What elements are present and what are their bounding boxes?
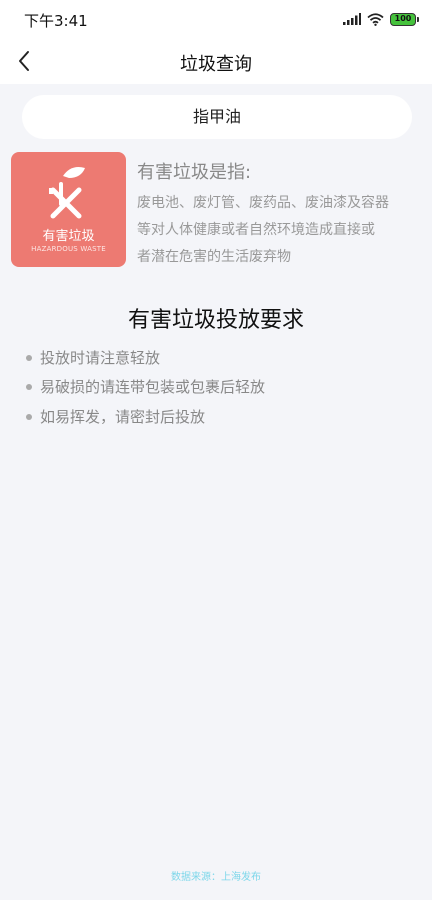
bullet-icon bbox=[26, 354, 32, 361]
wifi-icon bbox=[367, 12, 384, 26]
requirements-title: 有害垃圾投放要求 bbox=[127, 308, 304, 333]
nav-bar: 垃圾查询 bbox=[0, 38, 432, 84]
data-source: 数据来源：上海发布 bbox=[171, 872, 261, 883]
requirement-item: 如易挥发，请密封后投放 bbox=[26, 402, 265, 432]
hazardous-waste-icon bbox=[49, 167, 85, 219]
signal-icon bbox=[343, 13, 361, 25]
requirements-list: 投放时请注意轻放 易破损的请连带包装或包裹后轻放 如易挥发，请密封后投放 bbox=[26, 343, 265, 432]
status-time: 下午3:41 bbox=[24, 12, 88, 30]
requirement-text: 易破损的请连带包装或包裹后轻放 bbox=[40, 378, 266, 397]
status-bar: 下午3:41 100 bbox=[0, 0, 432, 38]
definition-body: 废电池、废灯管、废药品、废油漆及容器 等对人体健康或者自然环境造成直接或 者潜在… bbox=[137, 190, 407, 271]
definition-line: 废电池、废灯管、废药品、废油漆及容器 bbox=[137, 195, 389, 211]
definition-title: 有害垃圾是指: bbox=[137, 162, 252, 183]
status-icons: 100 bbox=[343, 11, 419, 27]
page-title: 垃圾查询 bbox=[180, 54, 252, 75]
search-query-field[interactable]: 指甲油 bbox=[22, 95, 412, 139]
requirement-item: 易破损的请连带包装或包裹后轻放 bbox=[26, 373, 265, 403]
definition-line: 等对人体健康或者自然环境造成直接或 bbox=[137, 222, 375, 238]
bullet-icon bbox=[26, 384, 32, 391]
battery-icon: 100 bbox=[390, 12, 419, 26]
battery-level: 100 bbox=[394, 14, 412, 23]
definition-line: 者潜在危害的生活废弃物 bbox=[137, 249, 291, 265]
category-name: 有害垃圾 bbox=[42, 229, 95, 244]
requirement-item: 投放时请注意轻放 bbox=[26, 343, 265, 373]
requirement-text: 投放时请注意轻放 bbox=[40, 348, 161, 367]
bullet-icon bbox=[26, 413, 32, 420]
category-name-en: HAZARDOUS WASTE bbox=[31, 245, 106, 253]
requirement-text: 如易挥发，请密封后投放 bbox=[40, 407, 206, 426]
category-card: 有害垃圾 HAZARDOUS WASTE bbox=[11, 152, 126, 267]
